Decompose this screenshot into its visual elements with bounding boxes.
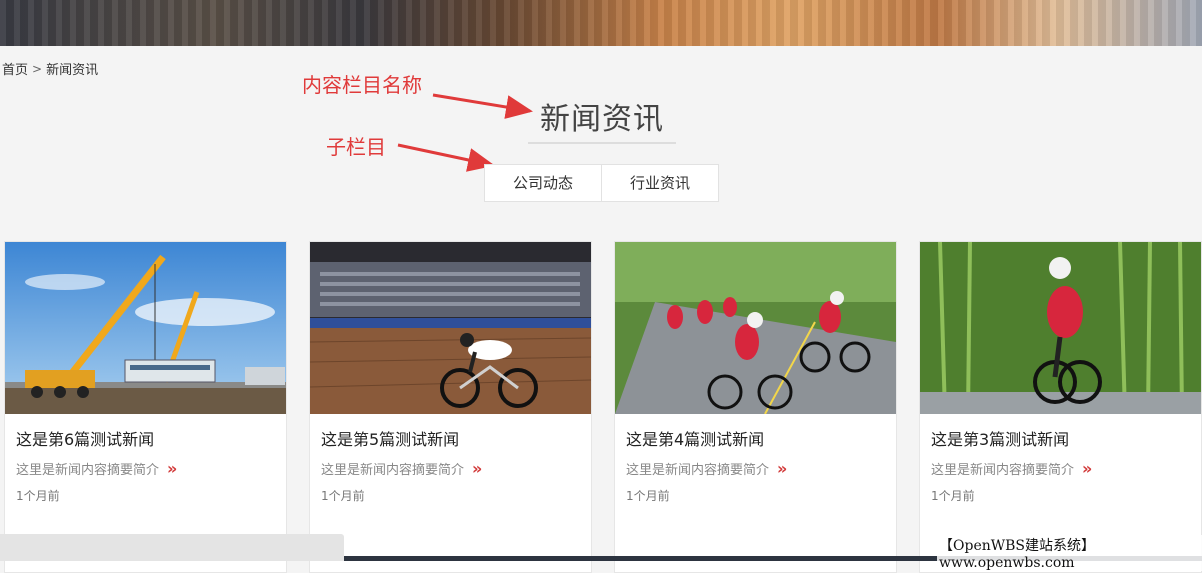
news-summary-text: 这里是新闻内容摘要简介 [931, 463, 1075, 478]
sub-column-nav: 公司动态 行业资讯 [484, 164, 719, 202]
news-title[interactable]: 这是第5篇测试新闻 [321, 426, 459, 450]
horizontal-scrollbar[interactable] [0, 534, 344, 561]
news-time: 1个月前 [321, 489, 365, 503]
section-title: 新闻资讯 [540, 102, 664, 137]
news-thumbnail-velodrome[interactable] [310, 242, 591, 414]
read-more-icon[interactable]: » [472, 459, 482, 478]
news-thumbnail-crane[interactable] [5, 242, 286, 414]
read-more-icon[interactable]: » [1082, 459, 1092, 478]
annotation-sub-column: 子栏目 [326, 135, 386, 159]
news-summary-text: 这里是新闻内容摘要简介 [626, 463, 770, 478]
annotation-arrow-subnav [397, 143, 495, 172]
top-banner-image [0, 0, 1202, 46]
tab-company-news[interactable]: 公司动态 [484, 164, 602, 202]
news-thumbnail-road-cyclists[interactable] [615, 242, 896, 414]
title-underline [528, 142, 676, 144]
news-card[interactable]: 这是第4篇测试新闻 这里是新闻内容摘要简介 » 1个月前 [614, 241, 897, 573]
news-card[interactable]: 这是第6篇测试新闻 这里是新闻内容摘要简介 » 1个月前 [4, 241, 287, 573]
news-title[interactable]: 这是第3篇测试新闻 [931, 426, 1069, 450]
news-time: 1个月前 [16, 489, 60, 503]
breadcrumb: 首页 > 新闻资讯 [2, 59, 99, 79]
news-card[interactable]: 这是第3篇测试新闻 这里是新闻内容摘要简介 » 1个月前 [919, 241, 1202, 573]
breadcrumb-current: 新闻资讯 [46, 63, 99, 78]
news-time: 1个月前 [626, 489, 670, 503]
news-title[interactable]: 这是第4篇测试新闻 [626, 426, 764, 450]
news-summary: 这里是新闻内容摘要简介 » [16, 459, 177, 478]
news-summary: 这里是新闻内容摘要简介 » [321, 459, 482, 478]
news-card[interactable]: 这是第5篇测试新闻 这里是新闻内容摘要简介 » 1个月前 [309, 241, 592, 573]
news-thumbnail-bamboo-cyclist[interactable] [920, 242, 1201, 414]
news-title[interactable]: 这是第6篇测试新闻 [16, 426, 154, 450]
breadcrumb-home-link[interactable]: 首页 [2, 59, 28, 78]
news-time: 1个月前 [931, 489, 975, 503]
read-more-icon[interactable]: » [167, 459, 177, 478]
news-summary-text: 这里是新闻内容摘要简介 [16, 463, 160, 478]
annotation-arrow-title [432, 93, 533, 119]
news-summary-text: 这里是新闻内容摘要简介 [321, 463, 465, 478]
breadcrumb-separator: > [32, 61, 43, 76]
watermark: 【OpenWBS建站系统】www.openwbs.com [937, 535, 1202, 571]
tab-industry-news[interactable]: 行业资讯 [602, 164, 719, 202]
read-more-icon[interactable]: » [777, 459, 787, 478]
news-summary: 这里是新闻内容摘要简介 » [931, 459, 1092, 478]
annotation-content-column-name: 内容栏目名称 [302, 73, 422, 97]
news-summary: 这里是新闻内容摘要简介 » [626, 459, 787, 478]
